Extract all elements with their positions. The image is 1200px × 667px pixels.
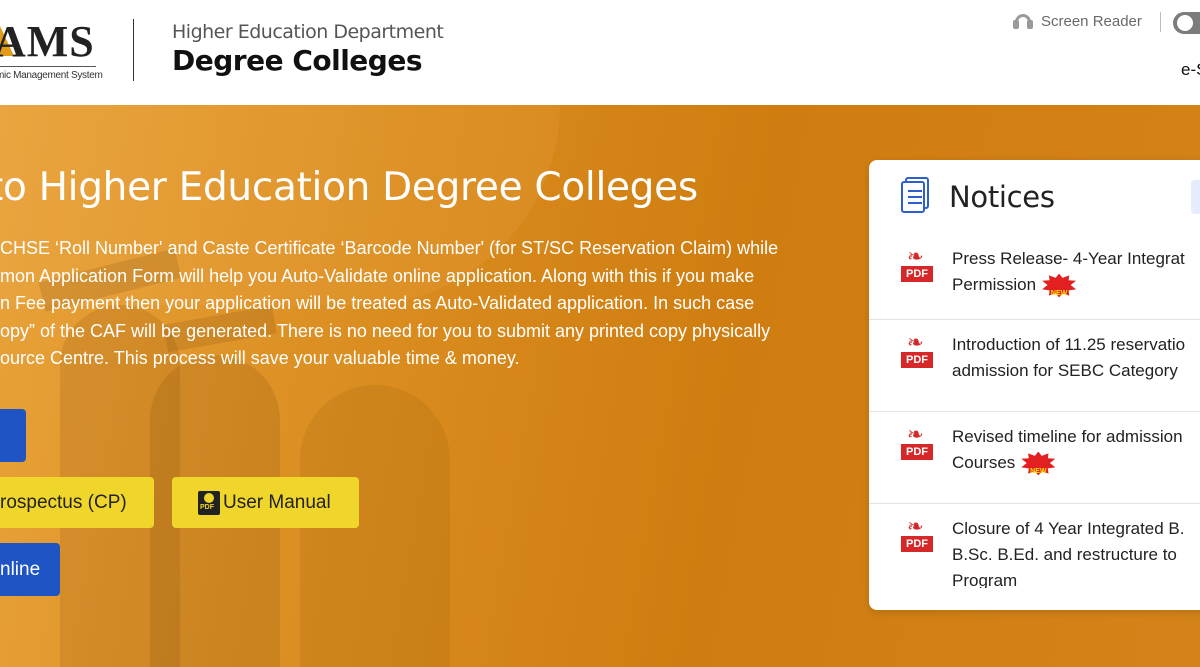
notice-line: admission for SEBC Category [952,361,1178,380]
prospectus-button-label: rospectus (CP) [0,491,127,513]
notices-title: Notices [949,180,1055,214]
hero-description-line: n Fee payment then your application will… [0,293,755,314]
screen-reader-link[interactable]: Screen Reader [1013,12,1142,30]
view-all-button[interactable] [1191,180,1200,214]
apply-button[interactable] [0,409,26,462]
site-title: Degree Colleges [172,44,422,77]
pdf-download-icon: PDF [198,490,220,515]
prospectus-button[interactable]: rospectus (CP) [0,477,154,528]
department-name: Higher Education Department [172,21,444,43]
notice-line: Program [952,571,1018,588]
notice-text[interactable]: Introduction of 11.25 reservatio admissi… [952,332,1200,384]
logo-text: AMS [0,17,95,66]
notice-item[interactable]: ❧ PDF Introduction of 11.25 reservatio a… [869,320,1200,412]
notice-item[interactable]: ❧ PDF Press Release- 4-Year Integrat Per… [869,234,1200,320]
logo-subtitle: mic Management System [0,70,103,81]
hero-description-line: mon Application Form will help you Auto-… [0,265,755,286]
site-header: AMS mic Management System Higher Educati… [0,0,1200,105]
notice-line: Permission [952,275,1037,294]
e-services-link[interactable]: e-S [1181,60,1200,80]
hero-description-line: CHSE ‘Roll Number' and Caste Certificate… [0,238,779,258]
notices-header: Notices [869,160,1200,234]
notice-text[interactable]: Revised timeline for admission Courses NE… [952,424,1200,476]
hero-description-line: ource Centre. This process will save you… [0,348,520,369]
notice-line: Introduction of 11.25 reservatio [952,335,1186,354]
notice-line: Closure of 4 Year Integrated B. [952,519,1185,538]
header-separator [1160,12,1161,32]
user-manual-button[interactable]: PDF User Manual [172,477,359,528]
notice-text[interactable]: Closure of 4 Year Integrated B. B.Sc. B.… [952,516,1200,588]
headphones-icon [1013,12,1033,30]
screen-reader-label: Screen Reader [1041,12,1142,30]
notice-line: Revised timeline for admission [952,427,1183,446]
notice-item[interactable]: ❧ PDF Closure of 4 Year Integrated B. B.… [869,504,1200,588]
notices-list[interactable]: ❧ PDF Press Release- 4-Year Integrat Per… [869,234,1200,588]
notice-line: B.Sc. B.Ed. and restructure to [952,545,1177,564]
notice-text[interactable]: Press Release- 4-Year Integrat Permissio… [952,246,1200,298]
apply-online-button[interactable]: nline [0,543,60,596]
pdf-icon: ❧ PDF [901,514,933,556]
hero-description-line: opy” of the CAF will be generated. There… [0,320,771,341]
hero-title: to Higher Education Degree Colleges [0,165,698,210]
pdf-icon: ❧ PDF [901,330,933,372]
logo-underline [0,66,96,67]
contrast-toggle[interactable] [1173,12,1200,34]
header-divider [133,19,134,81]
hero-description: CHSE ‘Roll Number' and Caste Certificate… [0,235,840,373]
pdf-icon: ❧ PDF [901,422,933,464]
notices-panel: Notices ❧ PDF Press Release- 4-Year Inte… [869,160,1200,610]
toggle-knob [1177,15,1193,31]
new-badge-icon: NEW [1042,273,1077,298]
apply-online-button-label: nline [0,558,41,580]
document-list-icon [901,177,929,213]
sams-logo[interactable]: AMS mic Management System [0,17,103,90]
notice-line: Press Release- 4-Year Integrat [952,249,1185,268]
new-badge-icon: NEW [1021,451,1056,476]
notice-item[interactable]: ❧ PDF Revised timeline for admission Cou… [869,412,1200,504]
notice-line: Courses [952,453,1016,472]
user-manual-button-label: User Manual [223,491,331,513]
pdf-icon: ❧ PDF [901,244,933,286]
